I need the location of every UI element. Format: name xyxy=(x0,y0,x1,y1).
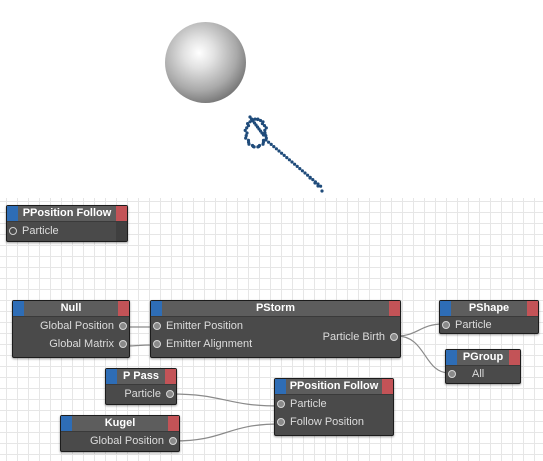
particle-trail xyxy=(243,115,324,193)
output-port-menu[interactable] xyxy=(116,206,127,221)
particle-dot xyxy=(277,149,281,153)
particle-dot xyxy=(280,151,284,155)
particle-dot xyxy=(293,162,297,166)
particle-dot xyxy=(245,131,249,135)
particle-dot xyxy=(261,142,265,146)
node-header[interactable]: PGroup xyxy=(446,350,520,366)
output-port-menu[interactable] xyxy=(527,301,538,316)
xpresso-node-editor[interactable]: PPosition Follow Particle Null Global Po… xyxy=(0,198,543,461)
port-label: Particle xyxy=(124,388,161,400)
output-port-global-position[interactable] xyxy=(169,437,177,445)
input-port-particle[interactable] xyxy=(277,400,285,408)
particle-dot xyxy=(264,138,268,142)
node-title: PPosition Follow xyxy=(22,207,112,219)
particle-dot xyxy=(303,171,307,175)
port-label: Global Matrix xyxy=(49,338,114,350)
particle-dot xyxy=(285,156,289,160)
particle-dot xyxy=(320,189,324,193)
wire-pstorm-to-pgroup xyxy=(396,335,450,374)
port-label: All xyxy=(472,368,485,380)
node-pstorm[interactable]: PStorm Emitter Position Emitter Alignmen… xyxy=(150,300,401,358)
particle-dot xyxy=(267,140,271,144)
input-port-menu[interactable] xyxy=(275,379,286,394)
particle-dot xyxy=(306,173,310,177)
output-port-menu[interactable] xyxy=(509,350,520,365)
particle-dot xyxy=(298,167,302,171)
input-port-menu[interactable] xyxy=(106,369,117,384)
port-label: Global Position xyxy=(40,320,114,332)
node-title: PGroup xyxy=(462,351,504,363)
node-title: PStorm xyxy=(255,302,296,314)
input-port-menu[interactable] xyxy=(151,301,162,316)
wire-kugel-to-pposition xyxy=(173,423,281,442)
node-header[interactable]: P Pass xyxy=(106,369,176,385)
particle-dot xyxy=(272,145,276,149)
particle-dot xyxy=(308,176,312,180)
port-label: Particle xyxy=(22,225,59,237)
input-port-menu[interactable] xyxy=(61,416,72,431)
output-port-menu[interactable] xyxy=(165,369,176,384)
output-port-particle[interactable] xyxy=(166,390,174,398)
particle-dot xyxy=(295,164,299,168)
node-pshape[interactable]: PShape Particle xyxy=(439,300,539,334)
particle-dot xyxy=(316,184,320,188)
particle-dot xyxy=(256,117,260,122)
input-port-menu[interactable] xyxy=(13,301,24,316)
node-header[interactable]: Null xyxy=(13,301,129,317)
input-port-particle[interactable] xyxy=(442,321,450,329)
node-header[interactable]: PShape xyxy=(440,301,538,317)
particle-dot xyxy=(246,138,251,142)
node-title: PShape xyxy=(468,302,510,314)
particle-dot xyxy=(282,153,286,157)
node-side-strip xyxy=(116,222,127,241)
port-label: Global Position xyxy=(90,435,164,447)
node-header[interactable]: PPosition Follow xyxy=(7,206,127,222)
node-title: Null xyxy=(60,302,82,314)
node-header[interactable]: PPosition Follow xyxy=(275,379,393,395)
node-header[interactable]: Kugel xyxy=(61,416,179,432)
particle-dot xyxy=(313,181,317,185)
port-label: Particle xyxy=(290,398,327,410)
3d-viewport[interactable] xyxy=(0,0,543,197)
port-label: Particle xyxy=(455,319,492,331)
particle-dot xyxy=(290,160,294,164)
output-port-global-matrix[interactable] xyxy=(119,340,127,348)
particle-dot xyxy=(250,143,255,148)
node-null[interactable]: Null Global Position Global Matrix xyxy=(12,300,130,358)
output-port-menu[interactable] xyxy=(168,416,179,431)
output-port-particle-birth[interactable] xyxy=(390,333,398,341)
node-pgroup[interactable]: PGroup All xyxy=(445,349,521,384)
input-port-menu[interactable] xyxy=(7,206,18,221)
particle-dot xyxy=(263,128,267,132)
input-port-particle[interactable] xyxy=(9,227,17,235)
node-title: Kugel xyxy=(104,417,136,429)
particle-dot xyxy=(269,142,273,146)
output-port-menu[interactable] xyxy=(382,379,393,394)
output-port-menu[interactable] xyxy=(118,301,129,316)
node-ppass[interactable]: P Pass Particle xyxy=(105,368,177,405)
output-port-menu[interactable] xyxy=(389,301,400,316)
node-kugel[interactable]: Kugel Global Position xyxy=(60,415,180,452)
input-port-follow-position[interactable] xyxy=(277,418,285,426)
port-label: Particle Birth xyxy=(322,331,385,343)
particle-dot xyxy=(256,145,260,149)
wire-pstorm-to-pshape xyxy=(396,323,444,337)
particle-dot xyxy=(287,158,291,162)
particle-dot xyxy=(311,178,315,182)
particle-dot xyxy=(274,147,278,151)
input-port-all[interactable] xyxy=(448,370,456,378)
output-port-global-position[interactable] xyxy=(119,322,127,330)
particle-dot xyxy=(261,133,266,137)
node-pposition-follow[interactable]: PPosition Follow Particle Follow Positio… xyxy=(274,378,394,436)
port-label: Follow Position xyxy=(290,416,364,428)
particle-dot xyxy=(300,169,304,173)
input-port-menu[interactable] xyxy=(440,301,451,316)
input-port-menu[interactable] xyxy=(446,350,457,365)
node-title: PPosition Follow xyxy=(289,380,379,392)
node-pposition-follow-top[interactable]: PPosition Follow Particle xyxy=(6,205,128,242)
wire-ppass-to-pposition xyxy=(170,393,281,407)
node-title: P Pass xyxy=(123,370,159,382)
node-header[interactable]: PStorm xyxy=(151,301,400,317)
